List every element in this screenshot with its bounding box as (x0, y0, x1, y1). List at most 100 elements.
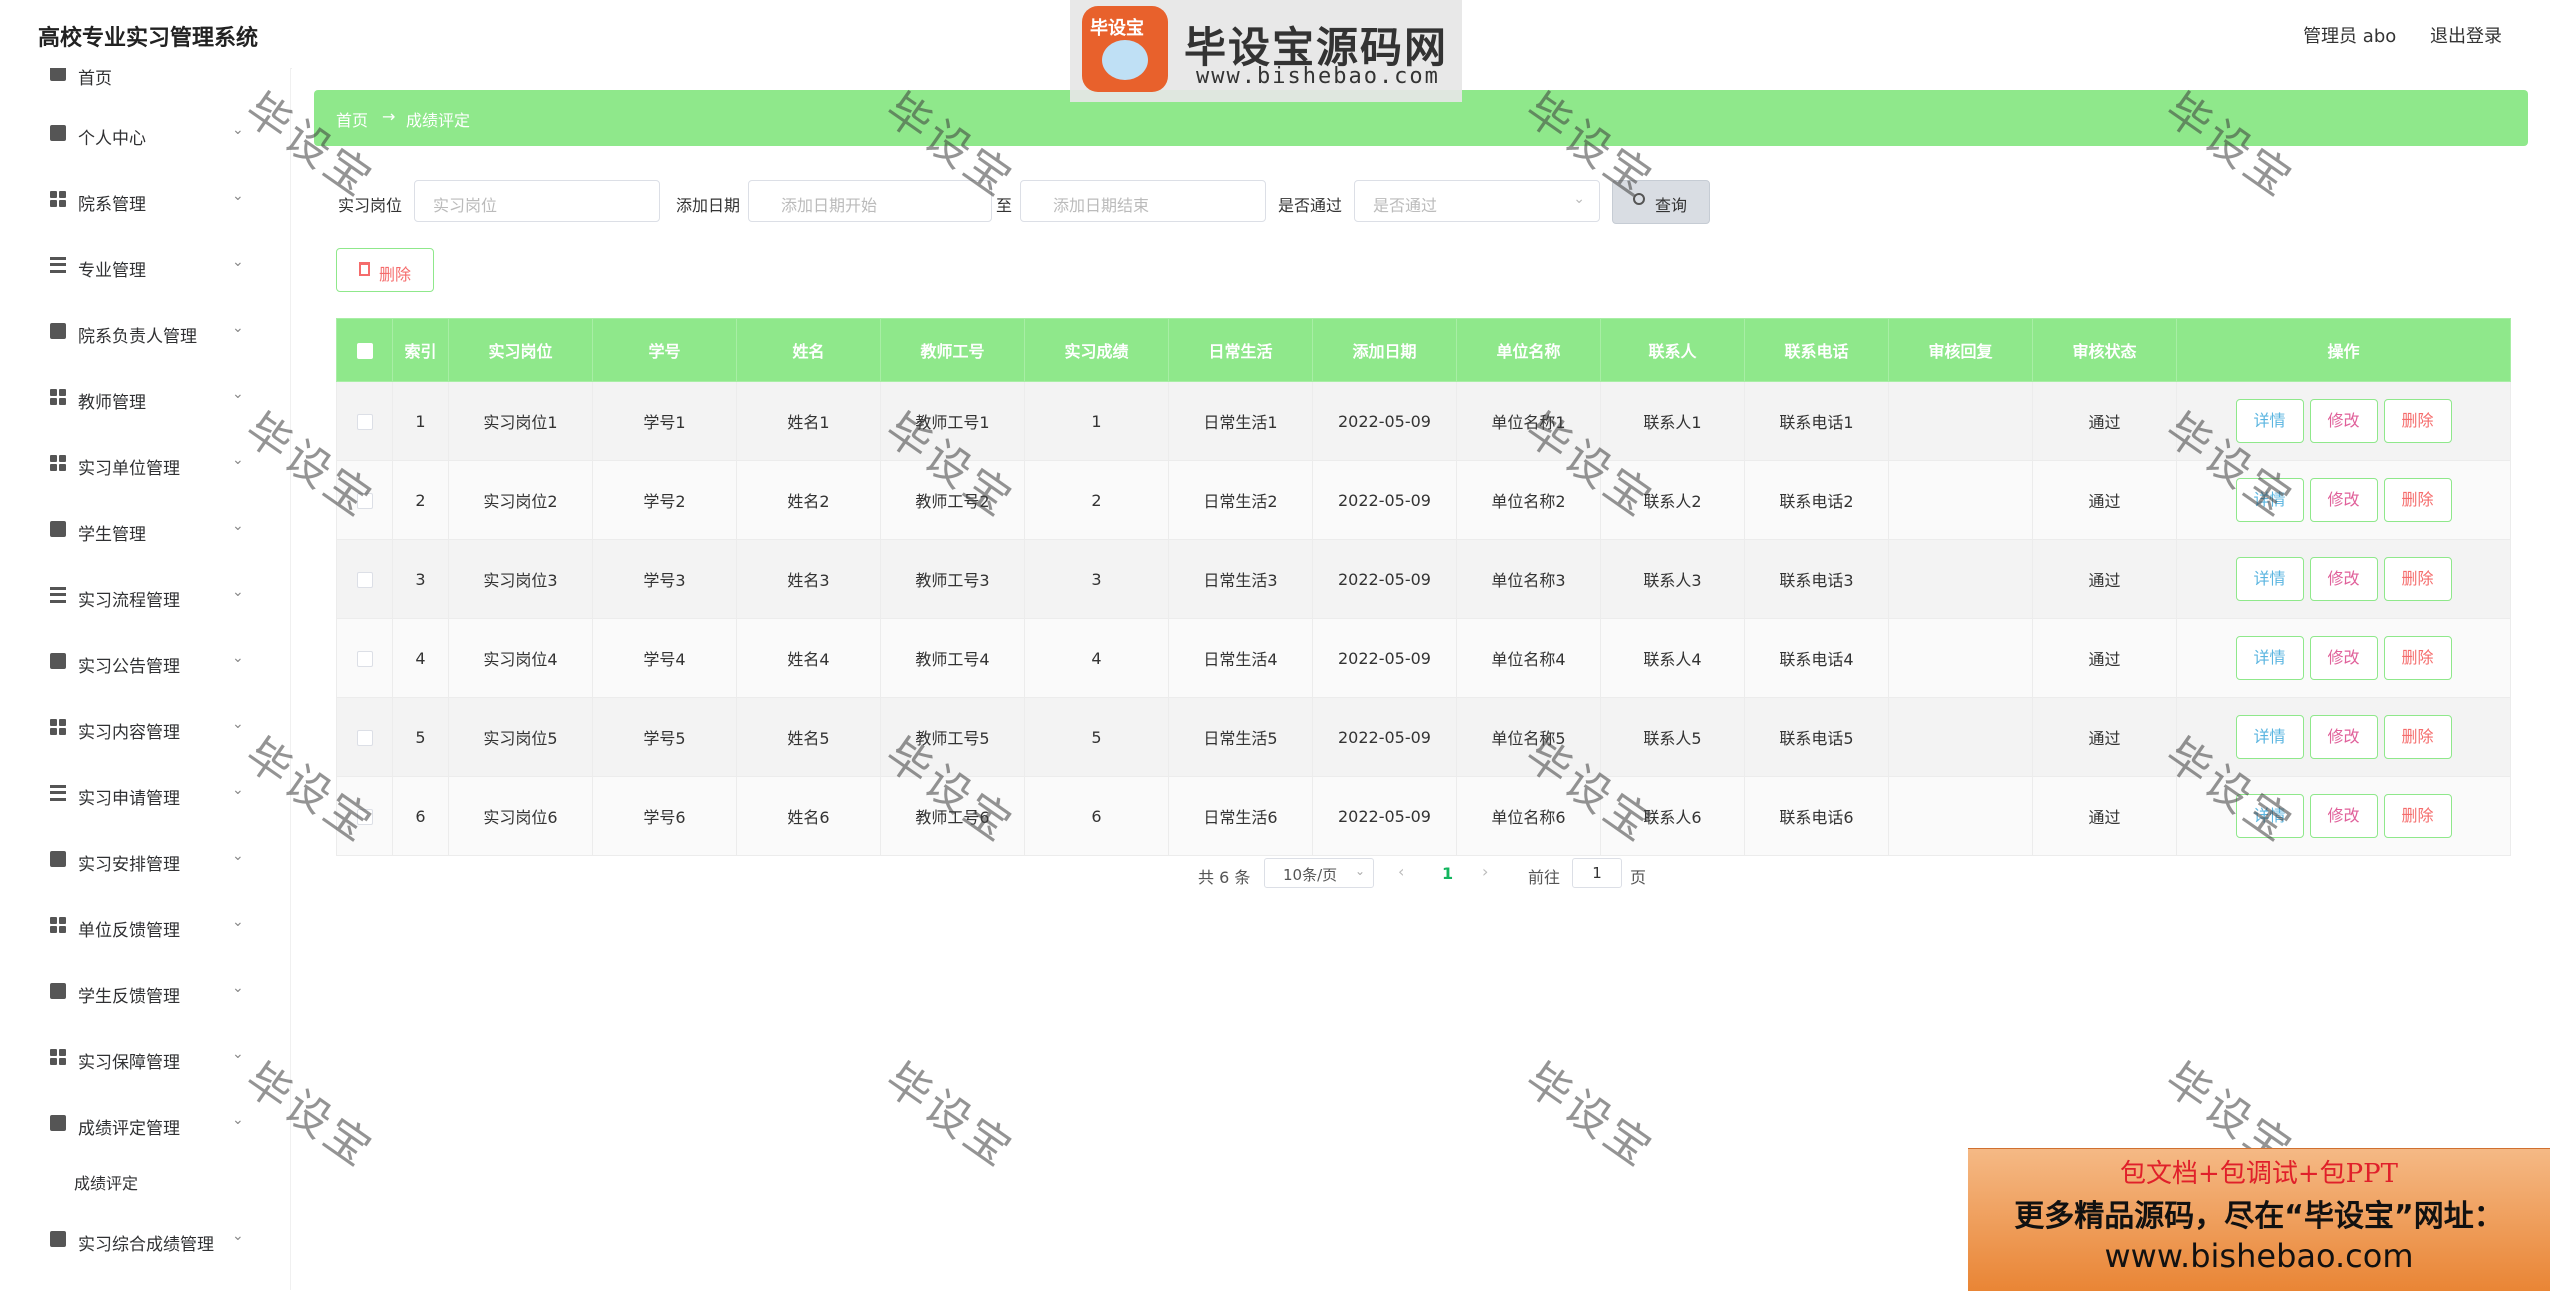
table-cell (1888, 697, 2033, 777)
row-checkbox[interactable] (336, 776, 393, 856)
row-delete-button[interactable]: 删除 (2383, 715, 2452, 759)
sidebar-item-label: 实习流程管理 (78, 591, 180, 611)
prev-page-button[interactable]: ‹ (1398, 862, 1404, 881)
date-end-input[interactable]: 添加日期结束 (1020, 180, 1266, 222)
select-all-checkbox[interactable] (336, 318, 393, 382)
sidebar-item-17[interactable]: 实习综合成绩管理 ⌄ (0, 1220, 290, 1260)
column-header[interactable]: 联系电话 (1744, 318, 1889, 382)
detail-button[interactable]: 详情 (2235, 794, 2304, 838)
goto-page-input[interactable]: 1 (1572, 858, 1622, 888)
chevron-down-icon: ⌄ (232, 1228, 244, 1244)
logout-link[interactable]: 退出登录 (2430, 26, 2502, 47)
table-cell: 联系电话1 (1744, 381, 1889, 461)
sidebar-item-0[interactable]: 首页 (0, 68, 290, 94)
sidebar-item-16[interactable]: 成绩评定管理 ⌄ (0, 1104, 290, 1144)
sidebar-item-15[interactable]: 实习保障管理 ⌄ (0, 1038, 290, 1078)
content-panel: 首页 → 成绩评定 实习岗位 实习岗位 添加日期 添加日期开始 至 添加日期结束… (292, 68, 2550, 1290)
column-header[interactable]: 审核状态 (2032, 318, 2177, 382)
sidebar-item-label: 实习安排管理 (78, 855, 180, 875)
table-cell: 教师工号1 (880, 381, 1025, 461)
detail-button[interactable]: 详情 (2235, 557, 2304, 601)
sidebar-item-1[interactable]: 个人中心 ⌄ (0, 114, 290, 154)
batch-delete-button[interactable]: 删除 (336, 248, 434, 292)
column-header[interactable]: 联系人 (1600, 318, 1745, 382)
column-header[interactable]: 索引 (392, 318, 449, 382)
sidebar-item-5[interactable]: 教师管理 ⌄ (0, 378, 290, 418)
breadcrumb-home[interactable]: 首页 (336, 107, 368, 131)
row-checkbox[interactable] (336, 539, 393, 619)
sidebar-item-3[interactable]: 专业管理 ⌄ (0, 246, 290, 286)
chevron-down-icon: ⌄ (232, 782, 244, 798)
pass-label: 是否通过 (1278, 196, 1343, 215)
sidebar-item-10[interactable]: 实习内容管理 ⌄ (0, 708, 290, 748)
detail-button[interactable]: 详情 (2235, 478, 2304, 522)
search-bar: 实习岗位 实习岗位 添加日期 添加日期开始 至 添加日期结束 是否通过 是否通过… (338, 180, 2538, 224)
column-header[interactable]: 学号 (592, 318, 737, 382)
date-start-input[interactable]: 添加日期开始 (748, 180, 992, 222)
row-checkbox[interactable] (336, 697, 393, 777)
edit-button[interactable]: 修改 (2309, 399, 2378, 443)
row-delete-button[interactable]: 删除 (2383, 636, 2452, 680)
sidebar-item-14[interactable]: 学生反馈管理 ⌄ (0, 972, 290, 1012)
detail-button[interactable]: 详情 (2235, 715, 2304, 759)
column-header[interactable]: 实习岗位 (448, 318, 593, 382)
sidebar-item-12[interactable]: 实习安排管理 ⌄ (0, 840, 290, 880)
detail-button[interactable]: 详情 (2235, 636, 2304, 680)
next-page-button[interactable]: › (1482, 862, 1488, 881)
sidebar-item-4[interactable]: 院系负责人管理 ⌄ (0, 312, 290, 352)
detail-button[interactable]: 详情 (2235, 399, 2304, 443)
chevron-down-icon: ⌄ (232, 650, 244, 666)
ad-line-3: www.bishebao.com (2104, 1237, 2414, 1275)
row-checkbox[interactable] (336, 381, 393, 461)
column-header[interactable]: 添加日期 (1312, 318, 1457, 382)
column-header[interactable]: 实习成绩 (1024, 318, 1169, 382)
table-cell: 实习岗位5 (448, 697, 593, 777)
column-header[interactable]: 教师工号 (880, 318, 1025, 382)
position-input[interactable]: 实习岗位 (414, 180, 660, 222)
sidebar-item-8[interactable]: 实习流程管理 ⌄ (0, 576, 290, 616)
sidebar-item-11[interactable]: 实习申请管理 ⌄ (0, 774, 290, 814)
sidebar-item-label: 实习保障管理 (78, 1053, 180, 1073)
chevron-down-icon: ⌄ (232, 914, 244, 930)
row-delete-button[interactable]: 删除 (2383, 794, 2452, 838)
column-header[interactable]: 操作 (2176, 318, 2511, 382)
current-page[interactable]: 1 (1442, 864, 1453, 883)
grid-icon (50, 917, 66, 933)
chart-icon (50, 983, 66, 999)
edit-button[interactable]: 修改 (2309, 636, 2378, 680)
column-header[interactable]: 单位名称 (1456, 318, 1601, 382)
table-row: 3 实习岗位3 学号3 姓名3 教师工号3 3 日常生活3 2022-05-09 单位名称3 联系… (336, 539, 2511, 619)
edit-button[interactable]: 修改 (2309, 478, 2378, 522)
edit-button[interactable]: 修改 (2309, 557, 2378, 601)
column-header[interactable]: 审核回复 (1888, 318, 2033, 382)
sidebar-item-13[interactable]: 单位反馈管理 ⌄ (0, 906, 290, 946)
page-suffix: 页 (1630, 868, 1647, 887)
edit-button[interactable]: 修改 (2309, 715, 2378, 759)
grid-icon (50, 1049, 66, 1065)
page-size-value: 10条/页 (1283, 866, 1338, 884)
row-checkbox[interactable] (336, 618, 393, 698)
row-delete-button[interactable]: 删除 (2383, 399, 2452, 443)
table-cell: 通过 (2032, 618, 2177, 698)
edit-button[interactable]: 修改 (2309, 794, 2378, 838)
sidebar-item-7[interactable]: 学生管理 ⌄ (0, 510, 290, 550)
sidebar-item-9[interactable]: 实习公告管理 ⌄ (0, 642, 290, 682)
pass-select[interactable]: 是否通过 ⌄ (1354, 180, 1600, 222)
column-header[interactable]: 日常生活 (1168, 318, 1313, 382)
row-checkbox[interactable] (336, 460, 393, 540)
sidebar-subitem-grade[interactable]: 成绩评定 (74, 1170, 138, 1194)
main-area: 首页 → 成绩评定 实习岗位 实习岗位 添加日期 添加日期开始 至 添加日期结束… (292, 68, 2550, 1290)
query-button[interactable]: 查询 (1612, 180, 1710, 224)
sidebar-item-6[interactable]: 实习单位管理 ⌄ (0, 444, 290, 484)
row-delete-button[interactable]: 删除 (2383, 478, 2452, 522)
row-delete-button[interactable]: 删除 (2383, 557, 2452, 601)
admin-label[interactable]: 管理员 abo (2303, 26, 2396, 47)
table-cell: 教师工号5 (880, 697, 1025, 777)
page-size-select[interactable]: 10条/页 ⌄ (1264, 858, 1374, 888)
site-logo: 毕设宝 毕设宝源码网 www.bishebao.com (1070, 0, 1462, 102)
column-header[interactable]: 姓名 (736, 318, 881, 382)
document-icon (50, 1115, 66, 1131)
sidebar-item-2[interactable]: 院系管理 ⌄ (0, 180, 290, 220)
table-cell: 日常生活4 (1168, 618, 1313, 698)
chevron-down-icon: ⌄ (232, 584, 244, 600)
